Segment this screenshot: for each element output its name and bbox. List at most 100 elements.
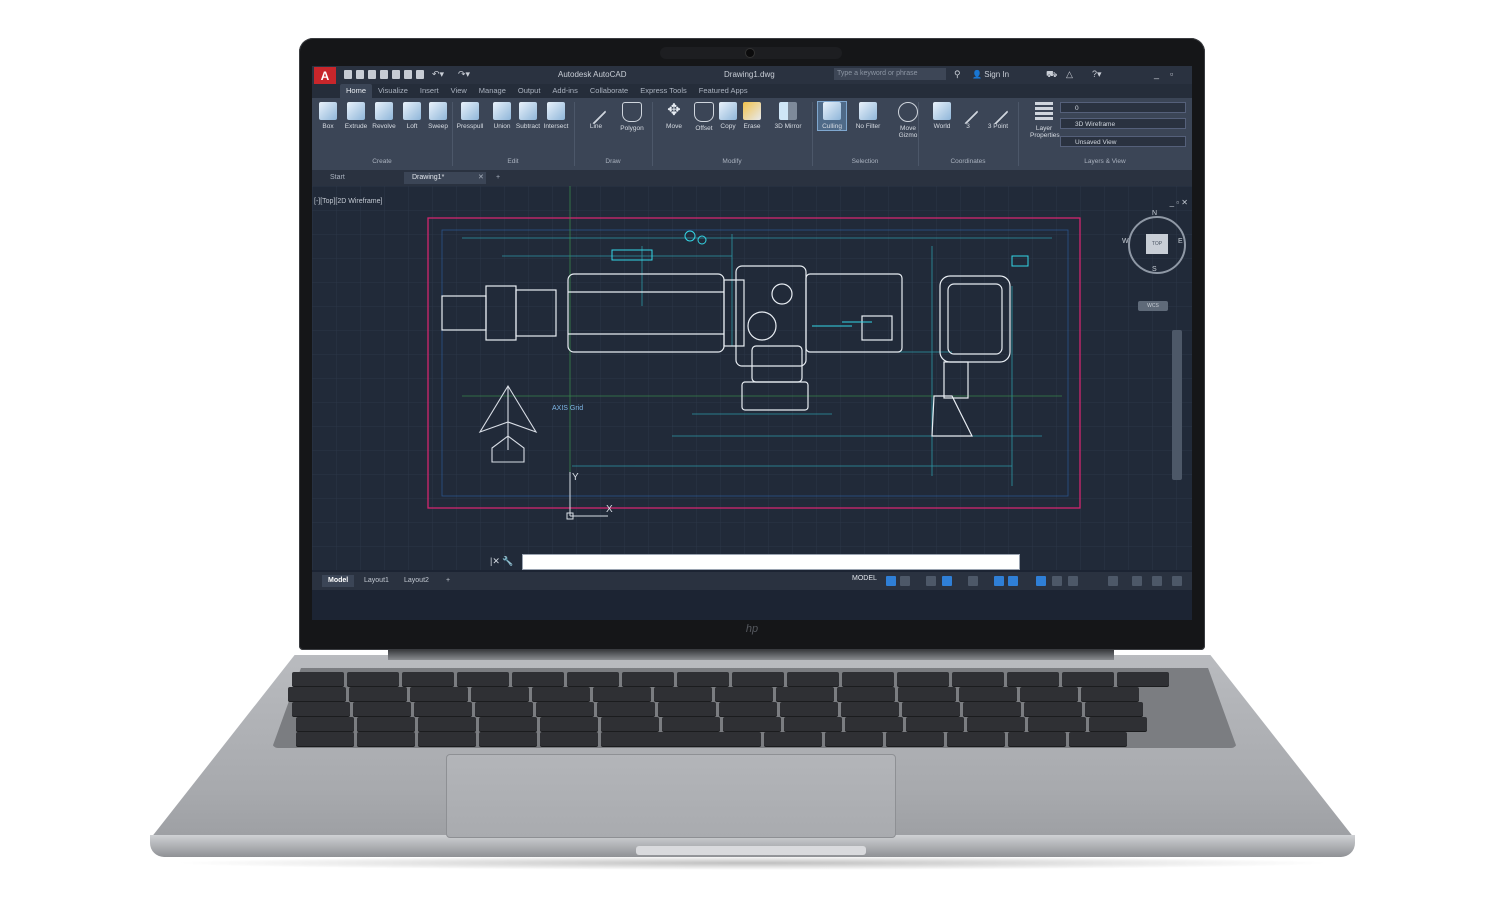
tab-start[interactable]: Start — [322, 172, 353, 184]
panel-label-draw[interactable]: Draw — [574, 158, 652, 168]
loft-button[interactable]: Loft — [398, 102, 426, 130]
ortho-icon[interactable] — [926, 576, 936, 586]
minimize-icon[interactable]: _ — [1154, 69, 1159, 79]
lineweight-icon[interactable] — [1008, 576, 1018, 586]
move-button[interactable]: ✥ Move — [660, 102, 688, 130]
viewport-window-controls[interactable]: _ ▫ ✕ — [1170, 198, 1188, 207]
panel-label-selection[interactable]: Selection — [812, 158, 918, 168]
undo-icon[interactable]: ↶▾ — [432, 69, 444, 80]
osnap-icon[interactable] — [968, 576, 978, 586]
tab-output[interactable]: Output — [512, 84, 547, 98]
world-button[interactable]: World — [928, 102, 956, 130]
binoculars-icon[interactable]: ⚲ — [954, 69, 961, 80]
otrack-icon[interactable] — [994, 576, 1004, 586]
tab-view[interactable]: View — [445, 84, 473, 98]
navigation-bar[interactable] — [1172, 330, 1182, 480]
intersect-button[interactable]: Intersect — [542, 102, 570, 130]
layer-properties-label: Layer Properties — [1030, 125, 1060, 139]
alert-icon[interactable]: △ — [1066, 69, 1073, 80]
plot-icon[interactable] — [416, 70, 424, 79]
panel-label-coordinates[interactable]: Coordinates — [918, 158, 1018, 168]
extrude-icon — [347, 102, 365, 120]
subtract-button[interactable]: Subtract — [514, 102, 542, 130]
lid-notch — [636, 846, 866, 855]
gear-icon[interactable] — [1108, 576, 1118, 586]
command-line-close-icon[interactable]: |✕ 🔧 — [490, 556, 514, 567]
tab-insert[interactable]: Insert — [414, 84, 445, 98]
visual-style-dropdown[interactable]: 3D Wireframe — [1060, 118, 1186, 129]
tab-add-ins[interactable]: Add-ins — [546, 84, 583, 98]
3d-mirror-button[interactable]: 3D Mirror — [774, 102, 802, 130]
presspull-button[interactable]: Presspull — [456, 102, 484, 130]
compass-east[interactable]: E — [1178, 238, 1183, 245]
isolate-icon[interactable] — [1152, 576, 1162, 586]
units-icon[interactable] — [1068, 576, 1078, 586]
compass-west[interactable]: W — [1122, 238, 1129, 245]
search-input[interactable]: Type a keyword or phrase — [834, 68, 946, 80]
save-as-icon[interactable] — [380, 70, 388, 79]
layer-properties-button[interactable]: Layer Properties — [1030, 102, 1060, 139]
save-icon[interactable] — [368, 70, 376, 79]
compass-south[interactable]: S — [1152, 266, 1157, 273]
cart-icon[interactable]: ⛟ — [1046, 69, 1057, 81]
tab-express-tools[interactable]: Express Tools — [634, 84, 693, 98]
culling-button[interactable]: Culling — [817, 101, 847, 131]
layer-dropdown[interactable]: 0 — [1060, 102, 1186, 113]
key — [1008, 732, 1066, 746]
extrude-button[interactable]: Extrude — [342, 102, 370, 130]
tab-collaborate[interactable]: Collaborate — [584, 84, 634, 98]
line-button[interactable]: Line — [582, 102, 610, 130]
panel-label-modify[interactable]: Modify — [652, 158, 812, 168]
tab-visualize[interactable]: Visualize — [372, 84, 414, 98]
plus-icon[interactable] — [1132, 576, 1142, 586]
key — [959, 687, 1017, 701]
viewcube-top[interactable]: TOP — [1146, 234, 1168, 254]
layout-tab-layout2[interactable]: Layout2 — [398, 575, 435, 587]
key — [349, 687, 407, 701]
command-input[interactable] — [522, 554, 1020, 570]
erase-button[interactable]: Erase — [738, 102, 766, 130]
grid-toggle-icon[interactable] — [886, 576, 896, 586]
wcs-menu[interactable]: WCS — [1138, 301, 1168, 311]
union-button[interactable]: Union — [488, 102, 516, 130]
tab-manage[interactable]: Manage — [473, 84, 512, 98]
panel-label-create[interactable]: Create — [312, 158, 452, 168]
panel-label-edit[interactable]: Edit — [452, 158, 574, 168]
polar-icon[interactable] — [942, 576, 952, 586]
no-filter-icon — [859, 102, 877, 120]
view-dropdown[interactable]: Unsaved View — [1060, 136, 1186, 147]
autocad-logo-icon[interactable]: A — [314, 67, 336, 85]
web-icon[interactable] — [392, 70, 400, 79]
fullscreen-icon[interactable] — [1172, 576, 1182, 586]
print-icon[interactable] — [404, 70, 412, 79]
no-filter-button[interactable]: No Filter — [854, 102, 882, 130]
new-icon[interactable] — [344, 70, 352, 79]
tab-featured-apps[interactable]: Featured Apps — [693, 84, 754, 98]
key — [952, 672, 1004, 686]
viewcube[interactable]: TOP — [1128, 216, 1186, 274]
model-space-button[interactable]: MODEL — [852, 575, 877, 582]
box-button[interactable]: Box — [314, 102, 342, 130]
add-layout-icon[interactable]: + — [440, 575, 456, 587]
3-button[interactable]: 3 — [954, 102, 982, 130]
sign-in-link[interactable]: 👤 Sign In — [972, 70, 1009, 79]
snap-icon[interactable] — [900, 576, 910, 586]
revolve-button[interactable]: Revolve — [370, 102, 398, 130]
viewport-controls-label[interactable]: [-][Top][2D Wireframe] — [314, 198, 382, 205]
drawing-viewport[interactable]: AXIS Grid Y X [-][Top][2D Wireframe] _ ▫… — [312, 186, 1192, 570]
restore-icon[interactable]: ▫ — [1170, 69, 1173, 79]
layout-tab-model[interactable]: Model — [322, 575, 355, 587]
help-icon[interactable]: ?▾ — [1092, 69, 1102, 80]
polygon-button[interactable]: Polygon — [618, 102, 646, 132]
sweep-button[interactable]: Sweep — [424, 102, 452, 130]
workspace-icon[interactable] — [1052, 576, 1062, 586]
3-point-button[interactable]: 3 Point — [984, 102, 1012, 130]
layout-tab-layout1[interactable]: Layout1 — [358, 575, 395, 587]
panel-label-layers-view[interactable]: Layers & View — [1018, 158, 1192, 168]
tab-home[interactable]: Home — [340, 84, 373, 98]
annotation-scale-icon[interactable] — [1036, 576, 1046, 586]
open-icon[interactable] — [356, 70, 364, 79]
add-tab-icon[interactable]: + — [488, 172, 508, 184]
compass-north[interactable]: N — [1152, 210, 1157, 217]
redo-icon[interactable]: ↷▾ — [458, 69, 470, 80]
